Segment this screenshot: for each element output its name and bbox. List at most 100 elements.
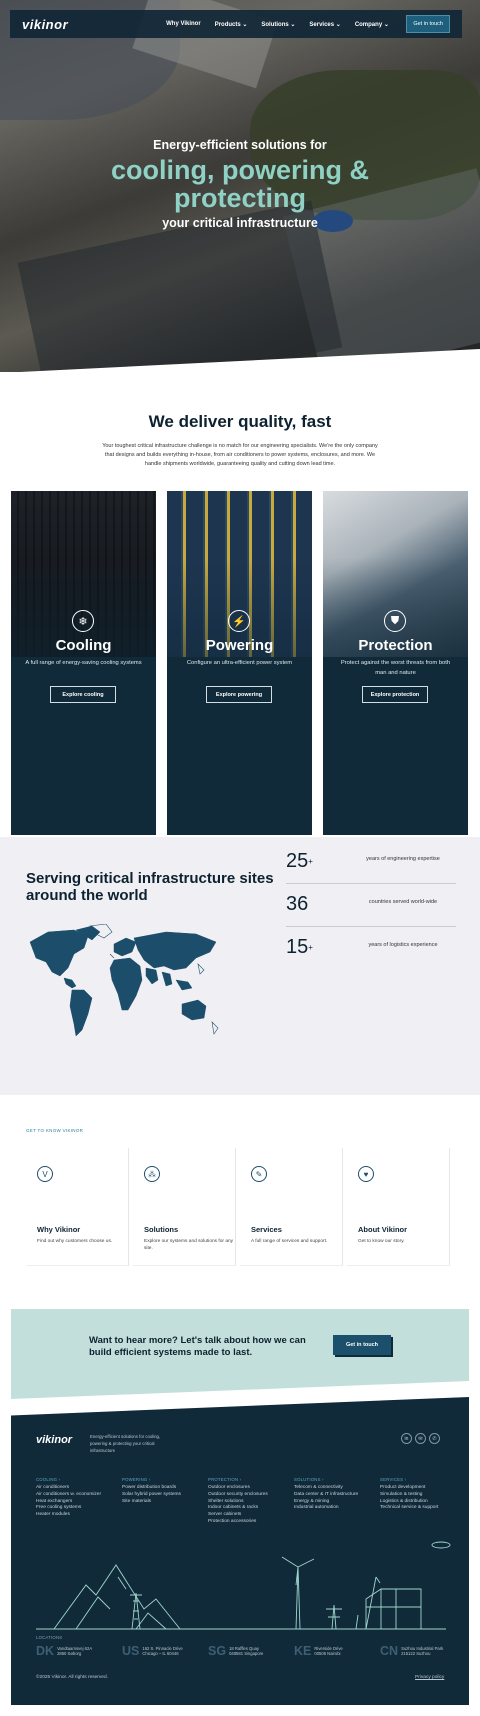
- address: 162 S. Pinnacle Drive Chicago – IL 60446: [142, 1646, 182, 1657]
- shield-icon: ⛊: [384, 610, 406, 632]
- footer-link[interactable]: Power distribution boards: [122, 1485, 202, 1492]
- address: Vandtaarnsvej 62A 2860 Søborg: [57, 1646, 92, 1657]
- section-tag: GET TO KNOW VIKINOR: [26, 1128, 84, 1133]
- footer-link[interactable]: Data center & IT infrastructure: [294, 1492, 374, 1499]
- privacy-policy-link[interactable]: Privacy policy: [415, 1675, 444, 1680]
- footer-logo[interactable]: vikinor: [36, 1434, 72, 1446]
- stat-label: countries served world-wide: [368, 899, 438, 905]
- footer-link[interactable]: Heater modules: [36, 1512, 116, 1519]
- footer-link[interactable]: Solar hybrid power systems: [122, 1492, 202, 1499]
- footer-link[interactable]: Air conditioners w. economizer: [36, 1492, 116, 1499]
- explore-protection-button[interactable]: Explore protection: [362, 686, 428, 703]
- address-line: 18 Raffles Quay: [229, 1645, 260, 1651]
- world-section: Serving critical infrastructure sites ar…: [0, 837, 480, 1095]
- explore-cooling-button[interactable]: Explore cooling: [50, 686, 116, 703]
- copyright: ©2025 Vikinor. All rights reserved.: [36, 1675, 108, 1680]
- powering-card[interactable]: ⚡ Powering Configure an ultra-efficient …: [167, 491, 312, 835]
- world-map: [29, 924, 219, 1037]
- address-line: 215122 Suzhou: [401, 1651, 431, 1656]
- footer-column-cooling: COOLING › Air conditioners Air condition…: [36, 1477, 116, 1519]
- email-icon[interactable]: ✉: [415, 1433, 426, 1444]
- nav-links: Why Vikinor Products ⌄ Solutions ⌄ Servi…: [166, 21, 389, 28]
- stat-engineering: 25+ years of engineering expertise: [286, 842, 456, 884]
- cta-text: Want to hear more? Let's talk about how …: [89, 1335, 306, 1358]
- address-line: Vandtaarnsvej 62A: [57, 1645, 93, 1651]
- logo[interactable]: vikinor: [22, 17, 68, 32]
- protection-card[interactable]: ⛊ Protection Protect against the worst t…: [323, 491, 468, 835]
- footer-column-protection: PROTECTION › Outdoor enclosures Outdoor …: [208, 1477, 288, 1526]
- footer-heading[interactable]: SERVICES ›: [380, 1477, 460, 1482]
- powering-image: [167, 491, 312, 657]
- solutions-card[interactable]: ⁂ Solutions Explore our systems and solu…: [133, 1148, 236, 1266]
- linkedin-icon[interactable]: in: [401, 1433, 412, 1444]
- get-in-touch-button[interactable]: Get in touch: [406, 15, 450, 33]
- quality-section: We deliver quality, fast Your toughest c…: [0, 412, 480, 469]
- footer-link[interactable]: Industrial automation: [294, 1505, 374, 1512]
- footer: vikinor Energy-efficient solutions for c…: [11, 1397, 469, 1705]
- footer-column-services: SERVICES › Product development Simulatio…: [380, 1477, 460, 1512]
- card-title: Cooling: [55, 637, 112, 654]
- main-navigation: vikinor Why Vikinor Products ⌄ Solutions…: [10, 10, 462, 38]
- hero-headline: Energy-efficient solutions for cooling, …: [0, 138, 480, 230]
- footer-link[interactable]: Product development: [380, 1485, 460, 1492]
- hero-line-1: Energy-efficient solutions for: [153, 138, 327, 152]
- footer-column-powering: POWERING › Power distribution boards Sol…: [122, 1477, 202, 1505]
- nav-link-company[interactable]: Company ⌄: [355, 21, 389, 28]
- address-line: Riverside Drive: [314, 1645, 343, 1651]
- cta-get-in-touch-button[interactable]: Get in touch: [333, 1335, 391, 1355]
- footer-link[interactable]: Air conditioners: [36, 1485, 116, 1492]
- address-line: 048581 Singapore: [229, 1651, 264, 1656]
- stat-suffix: +: [308, 943, 313, 953]
- country-code: SG: [208, 1644, 227, 1658]
- v-badge-icon: V: [37, 1166, 53, 1182]
- card-description: Find out why customers choose us.: [37, 1239, 113, 1244]
- address: Riverside Drive 00505 Nairobi: [314, 1646, 342, 1657]
- country-code: KE: [294, 1644, 312, 1658]
- footer-link[interactable]: Server cabinets: [208, 1512, 288, 1519]
- footer-heading[interactable]: COOLING ›: [36, 1477, 116, 1482]
- stat-value: 15+: [286, 936, 313, 959]
- card-description: Explore our systems and solutions for an…: [144, 1239, 234, 1251]
- phone-icon[interactable]: ✆: [429, 1433, 440, 1444]
- locations-heading: LOCATIONS: [36, 1635, 63, 1640]
- location-sg: SG 18 Raffles Quay 048581 Singapore: [208, 1644, 263, 1658]
- stat-label: years of logistics experience: [368, 942, 438, 948]
- card-description: Configure an ultra-efficient power syste…: [186, 660, 293, 666]
- nav-link-why-vikinor[interactable]: Why Vikinor: [166, 21, 201, 28]
- nav-link-products[interactable]: Products ⌄: [215, 21, 248, 28]
- footer-link[interactable]: Outdoor enclosures: [208, 1485, 288, 1492]
- stat-number: 36: [286, 893, 309, 915]
- footer-heading[interactable]: POWERING ›: [122, 1477, 202, 1482]
- hero-line-2a: cooling, powering &: [111, 155, 369, 185]
- footer-link[interactable]: Protection accessories: [208, 1519, 288, 1526]
- hero-section: vikinor Why Vikinor Products ⌄ Solutions…: [0, 0, 480, 372]
- address-line: 00505 Nairobi: [314, 1651, 341, 1656]
- footer-link[interactable]: Simulation & testing: [380, 1492, 460, 1499]
- card-title: Powering: [205, 637, 274, 654]
- location-ke: KE Riverside Drive 00505 Nairobi: [294, 1644, 343, 1658]
- hero-line-2b: protecting: [174, 183, 306, 213]
- card-title: Solutions: [144, 1225, 179, 1234]
- stat-value: 36: [286, 893, 308, 916]
- services-card[interactable]: ✎ Services A full range of services and …: [240, 1148, 343, 1266]
- nav-link-solutions[interactable]: Solutions ⌄: [261, 21, 295, 28]
- about-vikinor-card[interactable]: ♥ About Vikinor Get to know our story.: [347, 1148, 450, 1266]
- footer-column-solutions: SOLUTIONS › Telecom & connectivity Data …: [294, 1477, 374, 1512]
- explore-powering-button[interactable]: Explore powering: [206, 686, 272, 703]
- nav-link-services[interactable]: Services ⌄: [309, 21, 340, 28]
- heart-icon: ♥: [358, 1166, 374, 1182]
- footer-link[interactable]: Outdoor security enclosures: [208, 1492, 288, 1499]
- footer-link[interactable]: Technical service & support: [380, 1505, 460, 1512]
- footer-link[interactable]: Telecom & connectivity: [294, 1485, 374, 1492]
- why-vikinor-card[interactable]: V Why Vikinor Find out why customers cho…: [26, 1148, 129, 1266]
- footer-tagline: Energy-efficient solutions for cooling, …: [90, 1434, 161, 1453]
- footer-heading[interactable]: PROTECTION ›: [208, 1477, 288, 1482]
- footer-heading[interactable]: SOLUTIONS ›: [294, 1477, 374, 1482]
- footer-link[interactable]: Site materials: [122, 1499, 202, 1506]
- card-title: Services: [251, 1225, 282, 1234]
- cooling-card[interactable]: ❄ Cooling A full range of energy-saving …: [11, 491, 156, 835]
- card-title: About Vikinor: [358, 1225, 408, 1234]
- protection-image: [323, 491, 468, 657]
- stat-label: years of engineering expertise: [366, 856, 440, 862]
- address: 18 Raffles Quay 048581 Singapore: [229, 1646, 263, 1657]
